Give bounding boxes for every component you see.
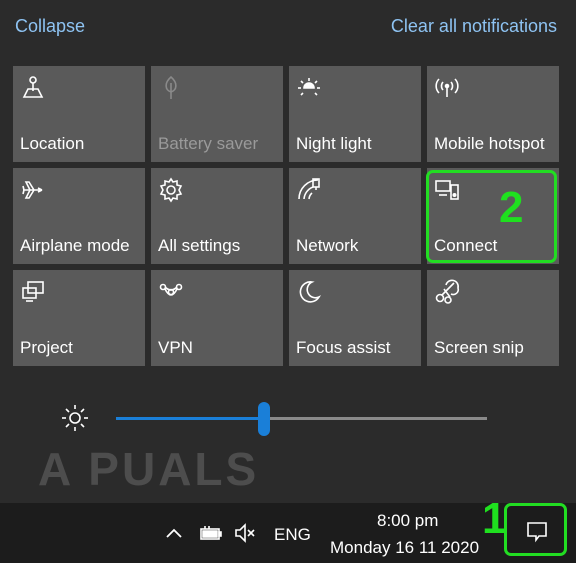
battery-saver-icon (165, 75, 177, 99)
battery-charging-icon[interactable] (199, 521, 223, 545)
tile-label: Night light (296, 134, 372, 153)
input-language-indicator[interactable]: ENG (274, 525, 311, 545)
mobile-hotspot-icon (435, 78, 459, 97)
step-1-annotation: 1 (482, 494, 507, 543)
tile-airplane-mode[interactable]: Airplane mode (13, 168, 145, 264)
tile-screen-snip[interactable]: Screen snip (427, 270, 559, 366)
tile-label: Location (20, 134, 85, 153)
airplane-icon (22, 181, 43, 199)
tile-all-settings[interactable]: All settings (151, 168, 283, 264)
brightness-slider-thumb[interactable] (258, 402, 271, 436)
step-2-annotation: 2 (499, 183, 524, 232)
tile-label: Battery saver (158, 134, 259, 153)
action-center: Collapse Clear all notifications Locatio… (0, 0, 576, 563)
tile-network[interactable]: Network (289, 168, 421, 264)
brightness-icon (62, 405, 88, 431)
vpn-icon (159, 283, 183, 296)
tile-label: Project (20, 338, 73, 357)
clock-date[interactable]: Monday 16 11 2020 (330, 538, 479, 558)
chevron-up-icon[interactable] (162, 521, 186, 545)
tile-label: All settings (158, 236, 241, 255)
tile-label: Airplane mode (20, 236, 130, 255)
tile-location[interactable]: Location (13, 66, 145, 162)
brightness-slider-fill (116, 417, 265, 420)
tile-label: Screen snip (434, 338, 524, 357)
tile-label: Focus assist (296, 338, 391, 357)
clear-all-notifications-link[interactable]: Clear all notifications (391, 16, 557, 37)
tile-label: VPN (158, 338, 193, 357)
tile-project[interactable]: Project (13, 270, 145, 366)
connect-highlight-box (426, 170, 557, 263)
gear-icon (159, 177, 183, 203)
action-center-header: Collapse Clear all notifications (0, 0, 576, 52)
brightness-slider[interactable] (116, 402, 487, 436)
watermark-logo: A PUALS (38, 443, 260, 495)
scissors-icon (435, 279, 460, 304)
tile-focus-assist[interactable]: Focus assist (289, 270, 421, 366)
tile-vpn[interactable]: VPN (151, 270, 283, 366)
volume-muted-icon[interactable] (233, 521, 257, 545)
tile-label: Mobile hotspot (434, 134, 545, 153)
action-center-button[interactable] (504, 503, 567, 556)
night-light-icon (298, 78, 320, 96)
moon-icon (299, 281, 322, 303)
brightness-control (0, 395, 576, 443)
tile-label: Network (296, 236, 359, 255)
clock-time[interactable]: 8:00 pm (377, 511, 438, 531)
location-icon (22, 76, 44, 98)
tile-night-light[interactable]: Night light (289, 66, 421, 162)
network-icon (298, 178, 320, 200)
collapse-link[interactable]: Collapse (15, 16, 85, 37)
notification-icon (527, 522, 547, 543)
tile-battery-saver[interactable]: Battery saver (151, 66, 283, 162)
project-icon (22, 281, 44, 302)
tile-mobile-hotspot[interactable]: Mobile hotspot (427, 66, 559, 162)
